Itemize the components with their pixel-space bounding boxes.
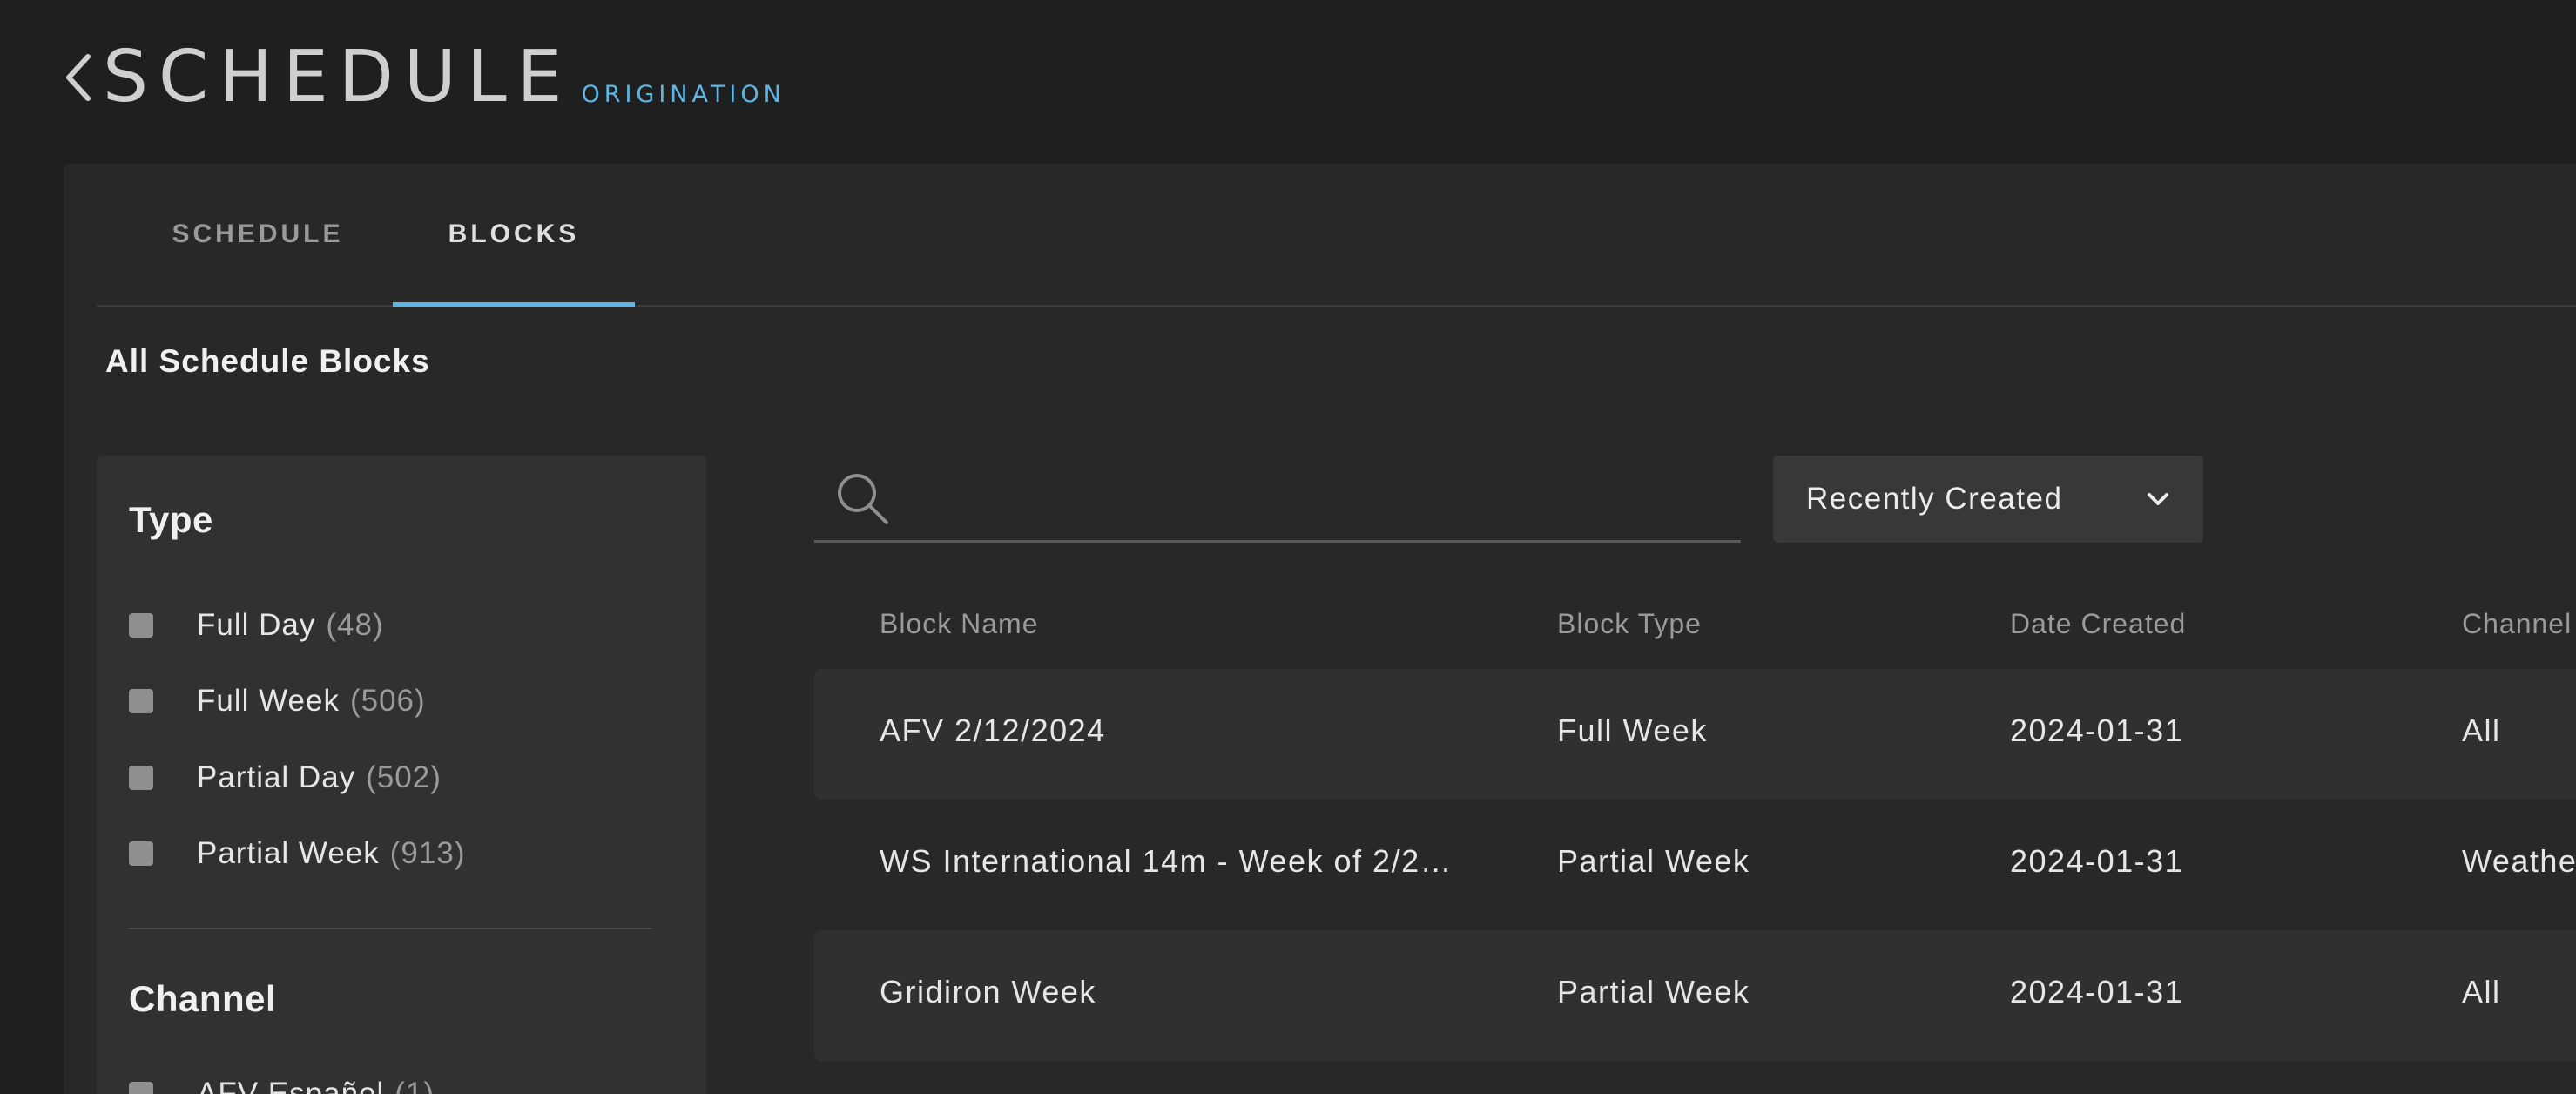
filter-sidebar: Type Full Day (48) Full Week (506) Parti… <box>97 456 706 1094</box>
cell-channel: Weather <box>2462 843 2576 879</box>
table-row[interactable]: AFV 2/12/2024 Full Week 2024-01-31 All <box>814 669 2576 800</box>
search-bar <box>814 456 1741 543</box>
sort-selected-label: Recently Created <box>1806 482 2063 516</box>
chevron-left-icon <box>66 54 91 101</box>
app-subtitle: ORIGINATION <box>581 81 786 108</box>
checkbox[interactable] <box>129 1082 153 1094</box>
page: SCHEDULE ORIGINATION SCHEDULE BLOCKS All… <box>0 0 2576 1094</box>
checkbox[interactable] <box>129 689 153 713</box>
search-input[interactable] <box>905 466 1741 530</box>
tab-blocks[interactable]: BLOCKS <box>393 164 635 307</box>
table-row[interactable]: WS International 14m - Week of 2/2… Part… <box>814 800 2576 930</box>
filter-label: Full Day <box>197 608 316 642</box>
cell-block-name: Gridiron Week <box>880 974 1096 1010</box>
cell-channel: All <box>2462 974 2501 1010</box>
filter-count: (913) <box>389 836 466 870</box>
main-panel: SCHEDULE BLOCKS All Schedule Blocks Type… <box>64 164 2576 1094</box>
filter-count: (1) <box>394 1077 435 1094</box>
checkbox[interactable] <box>129 613 153 638</box>
chevron-down-icon <box>2148 493 2168 505</box>
filter-option-full-day[interactable]: Full Day (48) <box>129 604 384 647</box>
filter-label: Partial Week <box>197 836 380 870</box>
filter-count: (506) <box>349 684 426 718</box>
filter-label: AFV Español <box>197 1077 385 1094</box>
cell-block-type: Partial Week <box>1557 843 1750 879</box>
column-header-block-name[interactable]: Block Name <box>880 608 1039 640</box>
app-header: SCHEDULE ORIGINATION <box>61 26 786 113</box>
filter-count: (502) <box>366 760 442 794</box>
filter-option-partial-day[interactable]: Partial Day (502) <box>129 756 442 800</box>
sort-dropdown[interactable]: Recently Created <box>1773 456 2203 543</box>
checkbox[interactable] <box>129 841 153 866</box>
column-header-date-created[interactable]: Date Created <box>2010 608 2186 640</box>
tab-bar: SCHEDULE BLOCKS <box>97 164 2576 307</box>
cell-block-type: Partial Week <box>1557 974 1750 1010</box>
cell-block-name: AFV 2/12/2024 <box>880 712 1106 748</box>
filter-option-full-week[interactable]: Full Week (506) <box>129 679 426 723</box>
app-title: SCHEDULE <box>103 36 573 118</box>
tab-schedule[interactable]: SCHEDULE <box>97 164 393 305</box>
filter-heading-channel: Channel <box>129 978 277 1019</box>
filter-count: (48) <box>326 608 384 642</box>
blocks-table: Block Name Block Type Date Created Chann… <box>814 582 2576 1061</box>
filter-option-partial-week[interactable]: Partial Week (913) <box>129 832 465 875</box>
cell-date-created: 2024-01-31 <box>2010 843 2184 879</box>
back-button[interactable] <box>61 47 96 108</box>
filter-divider <box>129 928 651 929</box>
cell-block-name: WS International 14m - Week of 2/2… <box>880 843 1453 879</box>
cell-date-created: 2024-01-31 <box>2010 974 2184 1010</box>
filter-option-afv-espanol[interactable]: AFV Español (1) <box>129 1072 435 1094</box>
cell-channel: All <box>2462 712 2501 748</box>
column-header-channel[interactable]: Channel <box>2462 608 2572 640</box>
table-row[interactable]: Gridiron Week Partial Week 2024-01-31 Al… <box>814 930 2576 1061</box>
cell-date-created: 2024-01-31 <box>2010 712 2184 748</box>
section-title: All Schedule Blocks <box>105 343 430 379</box>
table-header: Block Name Block Type Date Created Chann… <box>814 582 2576 669</box>
filter-heading-type: Type <box>129 499 213 540</box>
search-icon <box>832 468 893 529</box>
cell-block-type: Full Week <box>1557 712 1708 748</box>
column-header-block-type[interactable]: Block Type <box>1557 608 1702 640</box>
filter-label: Partial Day <box>197 760 356 794</box>
filter-label: Full Week <box>197 684 340 718</box>
checkbox[interactable] <box>129 766 153 790</box>
